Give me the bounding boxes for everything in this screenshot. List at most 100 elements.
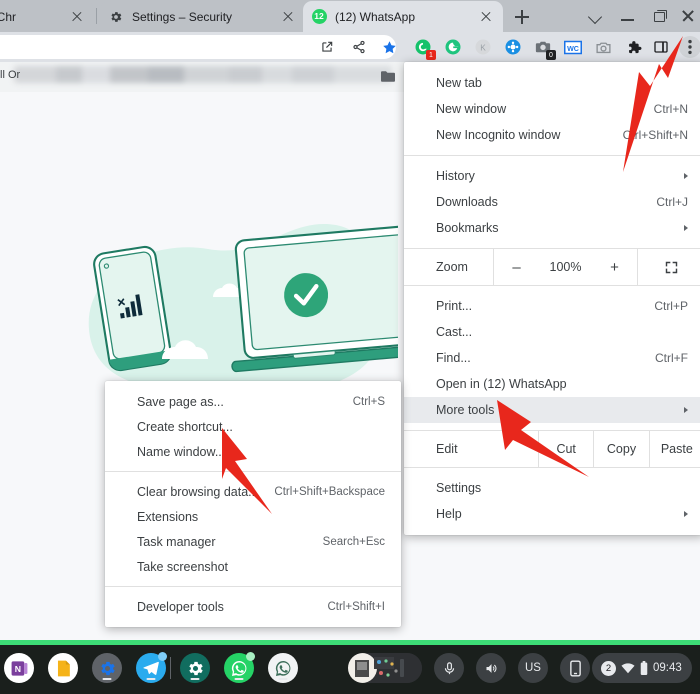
- zoom-out-button[interactable]: –: [505, 259, 529, 276]
- menu-item-more-tools[interactable]: More tools: [404, 397, 700, 423]
- submenu-item-clear-browsing-data[interactable]: Clear browsing data... Ctrl+Shift+Backsp…: [105, 479, 401, 504]
- chrome-main-menu[interactable]: New tab New window Ctrl+N New Incognito …: [404, 62, 700, 535]
- submenu-item-extensions[interactable]: Extensions: [105, 504, 401, 529]
- onenote-icon[interactable]: N: [4, 653, 34, 683]
- menu-item-cast[interactable]: Cast...: [404, 319, 700, 345]
- submenu-item-save-page-as[interactable]: Save page as... Ctrl+S: [105, 389, 401, 414]
- menu-zoom-row: Zoom – 100% +: [404, 248, 700, 286]
- menu-item-settings[interactable]: Settings: [404, 475, 700, 501]
- extension-camera-icon[interactable]: 0: [533, 37, 556, 60]
- menu-edit-row: Edit Cut Copy Paste: [404, 430, 700, 468]
- extension-k-icon[interactable]: K: [473, 37, 493, 57]
- telegram-dot-badge: [158, 652, 167, 661]
- menu-item-new-tab[interactable]: New tab: [404, 70, 700, 96]
- zoom-label: Zoom: [436, 260, 468, 274]
- tab-0[interactable]: lete files - Chr: [0, 1, 94, 32]
- menu-item-accel: Ctrl+P: [654, 299, 688, 313]
- tab-separator: [96, 8, 97, 24]
- extension-grammarly-icon[interactable]: 1: [413, 37, 436, 60]
- extension-wc-icon[interactable]: WC: [563, 37, 583, 57]
- bookmarks-blurred: [14, 66, 392, 83]
- menu-item-label: More tools: [436, 403, 495, 417]
- zoom-in-button[interactable]: +: [602, 259, 626, 276]
- system-status-tray[interactable]: 2 09:43: [592, 653, 692, 683]
- telegram-icon[interactable]: [136, 652, 167, 683]
- bookmark-star-icon[interactable]: [379, 37, 399, 57]
- tab-1[interactable]: Settings – Security: [100, 1, 305, 32]
- menu-group-1: History Downloads Ctrl+J Bookmarks: [404, 163, 700, 241]
- whatsapp-dot-badge: [246, 652, 255, 661]
- tab-close-icon-1[interactable]: [279, 8, 297, 26]
- shelf-separator: [170, 657, 171, 679]
- running-indicator: [190, 678, 200, 680]
- menu-item-help[interactable]: Help: [404, 501, 700, 527]
- side-panel-icon[interactable]: [651, 37, 671, 57]
- minimize-button[interactable]: [618, 7, 638, 25]
- menu-item-new-incognito-window[interactable]: New Incognito window Ctrl+Shift+N: [404, 122, 700, 148]
- copy-button[interactable]: Copy: [593, 431, 648, 467]
- menu-item-label: Downloads: [436, 195, 498, 209]
- menu-group-0: New tab New window Ctrl+N New Incognito …: [404, 70, 700, 148]
- phone-hub-icon[interactable]: [560, 653, 590, 683]
- menu-item-print[interactable]: Print... Ctrl+P: [404, 293, 700, 319]
- close-window-button[interactable]: [680, 7, 700, 25]
- extension-g-icon[interactable]: [443, 37, 463, 57]
- submenu-item-create-shortcut[interactable]: Create shortcut...: [105, 414, 401, 439]
- tab-search-chevron-icon[interactable]: [586, 7, 606, 25]
- tab-2[interactable]: 12 (12) WhatsApp: [303, 1, 503, 32]
- extension-blue-icon[interactable]: [503, 37, 523, 57]
- extensions-puzzle-icon[interactable]: [623, 37, 643, 57]
- fullscreen-icon[interactable]: [638, 249, 700, 285]
- svg-text:K: K: [480, 43, 486, 52]
- menu-item-downloads[interactable]: Downloads Ctrl+J: [404, 189, 700, 215]
- menu-item-label: Help: [436, 507, 462, 521]
- menu-item-new-window[interactable]: New window Ctrl+N: [404, 96, 700, 122]
- keep-notes-icon[interactable]: [48, 653, 78, 683]
- whatsapp-white-icon[interactable]: [268, 653, 298, 683]
- tab-close-icon-0[interactable]: [68, 8, 86, 26]
- menu-item-open-in-whatsapp[interactable]: Open in (12) WhatsApp: [404, 371, 700, 397]
- three-dot-menu-icon[interactable]: [679, 36, 700, 58]
- menu-gap: [404, 286, 700, 293]
- menu-item-accel: Ctrl+J: [656, 195, 688, 209]
- menu-item-find[interactable]: Find... Ctrl+F: [404, 345, 700, 371]
- zoom-controls: – 100% +: [493, 249, 638, 285]
- submenu-item-developer-tools[interactable]: Developer tools Ctrl+Shift+I: [105, 594, 401, 619]
- menu-item-bookmarks[interactable]: Bookmarks: [404, 215, 700, 241]
- extension-screenshot-icon[interactable]: [593, 37, 613, 57]
- browser-toolbar: 1 K 0 WC: [0, 32, 700, 62]
- submenu-item-label: Save page as...: [137, 394, 224, 409]
- submenu-item-task-manager[interactable]: Task manager Search+Esc: [105, 529, 401, 554]
- screen-thumbnail-icon[interactable]: [348, 653, 422, 683]
- cut-button[interactable]: Cut: [538, 431, 593, 467]
- more-tools-submenu[interactable]: Save page as... Ctrl+S Create shortcut..…: [105, 381, 401, 627]
- menu-gap: [404, 423, 700, 430]
- keyboard-layout-button[interactable]: US: [518, 653, 548, 683]
- volume-icon[interactable]: [476, 653, 506, 683]
- submenu-item-take-screenshot[interactable]: Take screenshot: [105, 554, 401, 579]
- settings-teal-icon[interactable]: [180, 653, 210, 683]
- settings-gray-icon[interactable]: [92, 653, 122, 683]
- submenu-item-name-window[interactable]: Name window...: [105, 439, 401, 464]
- submenu-item-accel: Ctrl+S: [352, 395, 385, 408]
- tab-close-icon-2[interactable]: [477, 8, 495, 26]
- menu-item-label: New Incognito window: [436, 128, 561, 142]
- share-icon[interactable]: [349, 37, 369, 57]
- menu-item-label: Cast...: [436, 325, 473, 339]
- running-indicator: [102, 678, 112, 680]
- paste-button[interactable]: Paste: [648, 431, 700, 467]
- microphone-icon[interactable]: [434, 653, 464, 683]
- maximize-button[interactable]: [650, 7, 670, 25]
- menu-item-label: Find...: [436, 351, 471, 365]
- whatsapp-green-icon[interactable]: [224, 652, 255, 683]
- menu-item-label: New tab: [436, 76, 482, 90]
- bookmark-folder-icon[interactable]: [380, 70, 396, 83]
- running-indicator: [278, 678, 288, 680]
- submenu-item-accel: Ctrl+Shift+Backspace: [274, 485, 385, 498]
- chevron-right-icon: [684, 511, 688, 517]
- menu-item-label: History: [436, 169, 475, 183]
- new-tab-button[interactable]: [510, 5, 534, 29]
- submenu-item-label: Name window...: [137, 444, 226, 459]
- open-in-new-icon[interactable]: [317, 37, 337, 57]
- menu-item-history[interactable]: History: [404, 163, 700, 189]
